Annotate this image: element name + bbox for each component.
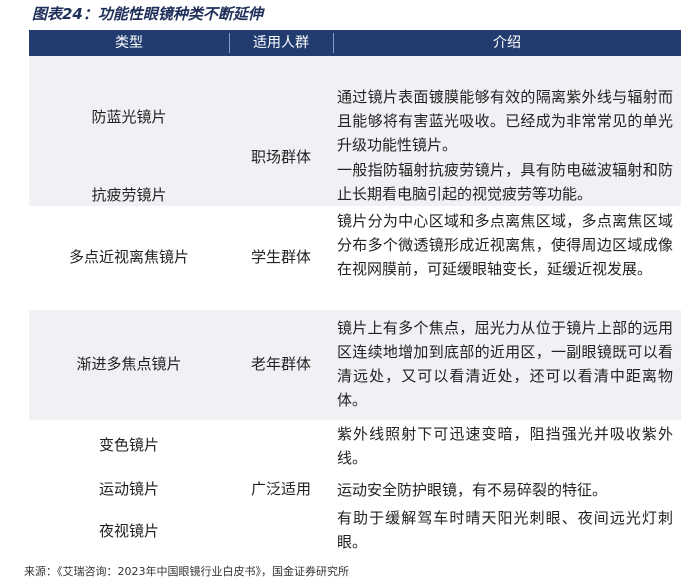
header-intro: 介绍 xyxy=(493,35,521,51)
type-cell: 防蓝光镜片 xyxy=(91,108,167,126)
group-cell: 广泛适用 xyxy=(250,480,311,498)
description-cell: 运动安全防护眼镜，有不易碎裂的特征。 xyxy=(337,481,608,499)
type-cell: 渐进多焦点镜片 xyxy=(76,355,182,373)
type-cell: 多点近视离焦镜片 xyxy=(68,248,189,266)
table-row: 变色镜片 运动镜片 夜视镜片 广泛适用 紫外线照射下可迅速变暗，阻挡强光并吸收紫… xyxy=(29,420,681,556)
header-group: 适用人群 xyxy=(253,35,309,51)
table-row: 防蓝光镜片 抗疲劳镜片 职场群体 通过镜片表面镀膜能够有效的隔离紫外线与辐射而且… xyxy=(29,56,681,206)
source-note: 来源：《艾瑞咨询：2023年中国眼镜行业白皮书》，国金证券研究所 xyxy=(24,565,349,578)
type-cell: 抗疲劳镜片 xyxy=(91,186,167,204)
description-cell: 通过镜片表面镀膜能够有效的隔离紫外线与辐射而且能够将有害蓝光吸收。已经成为非常常… xyxy=(337,88,673,154)
description-cell: 有助于缓解驾车时晴天阳光刺眼、夜间远光灯刺眼。 xyxy=(337,509,673,551)
type-cell: 变色镜片 xyxy=(98,436,159,454)
type-cell: 运动镜片 xyxy=(98,480,159,498)
description-cell: 紫外线照射下可迅速变暗，阻挡强光并吸收紫外线。 xyxy=(337,425,673,467)
description-cell: 一般指防辐射抗疲劳镜片，具有防电磁波辐射和防止长期看电脑引起的视觉疲劳等功能。 xyxy=(337,161,673,203)
table-row: 渐进多焦点镜片 老年群体 镜片上有多个焦点，屈光力从位于镜片上部的远用区连续地增… xyxy=(29,310,681,420)
header-type: 类型 xyxy=(115,35,143,51)
group-cell: 学生群体 xyxy=(250,248,311,266)
table-header: 类型 适用人群 介绍 xyxy=(29,30,681,56)
description-cell: 镜片上有多个焦点，屈光力从位于镜片上部的远用区连续地增加到底部的近用区，一副眼镜… xyxy=(337,319,673,409)
table-row: 多点近视离焦镜片 学生群体 镜片分为中心区域和多点离焦区域，多点离焦区域分布多个… xyxy=(29,206,681,310)
figure-title: 图表24：功能性眼镜种类不断延伸 xyxy=(32,5,263,23)
group-cell: 老年群体 xyxy=(250,355,311,373)
group-cell: 职场群体 xyxy=(250,148,311,166)
type-cell: 夜视镜片 xyxy=(98,522,159,540)
description-cell: 镜片分为中心区域和多点离焦区域，多点离焦区域分布多个微透镜形成近视离焦，使得周边… xyxy=(337,212,673,278)
